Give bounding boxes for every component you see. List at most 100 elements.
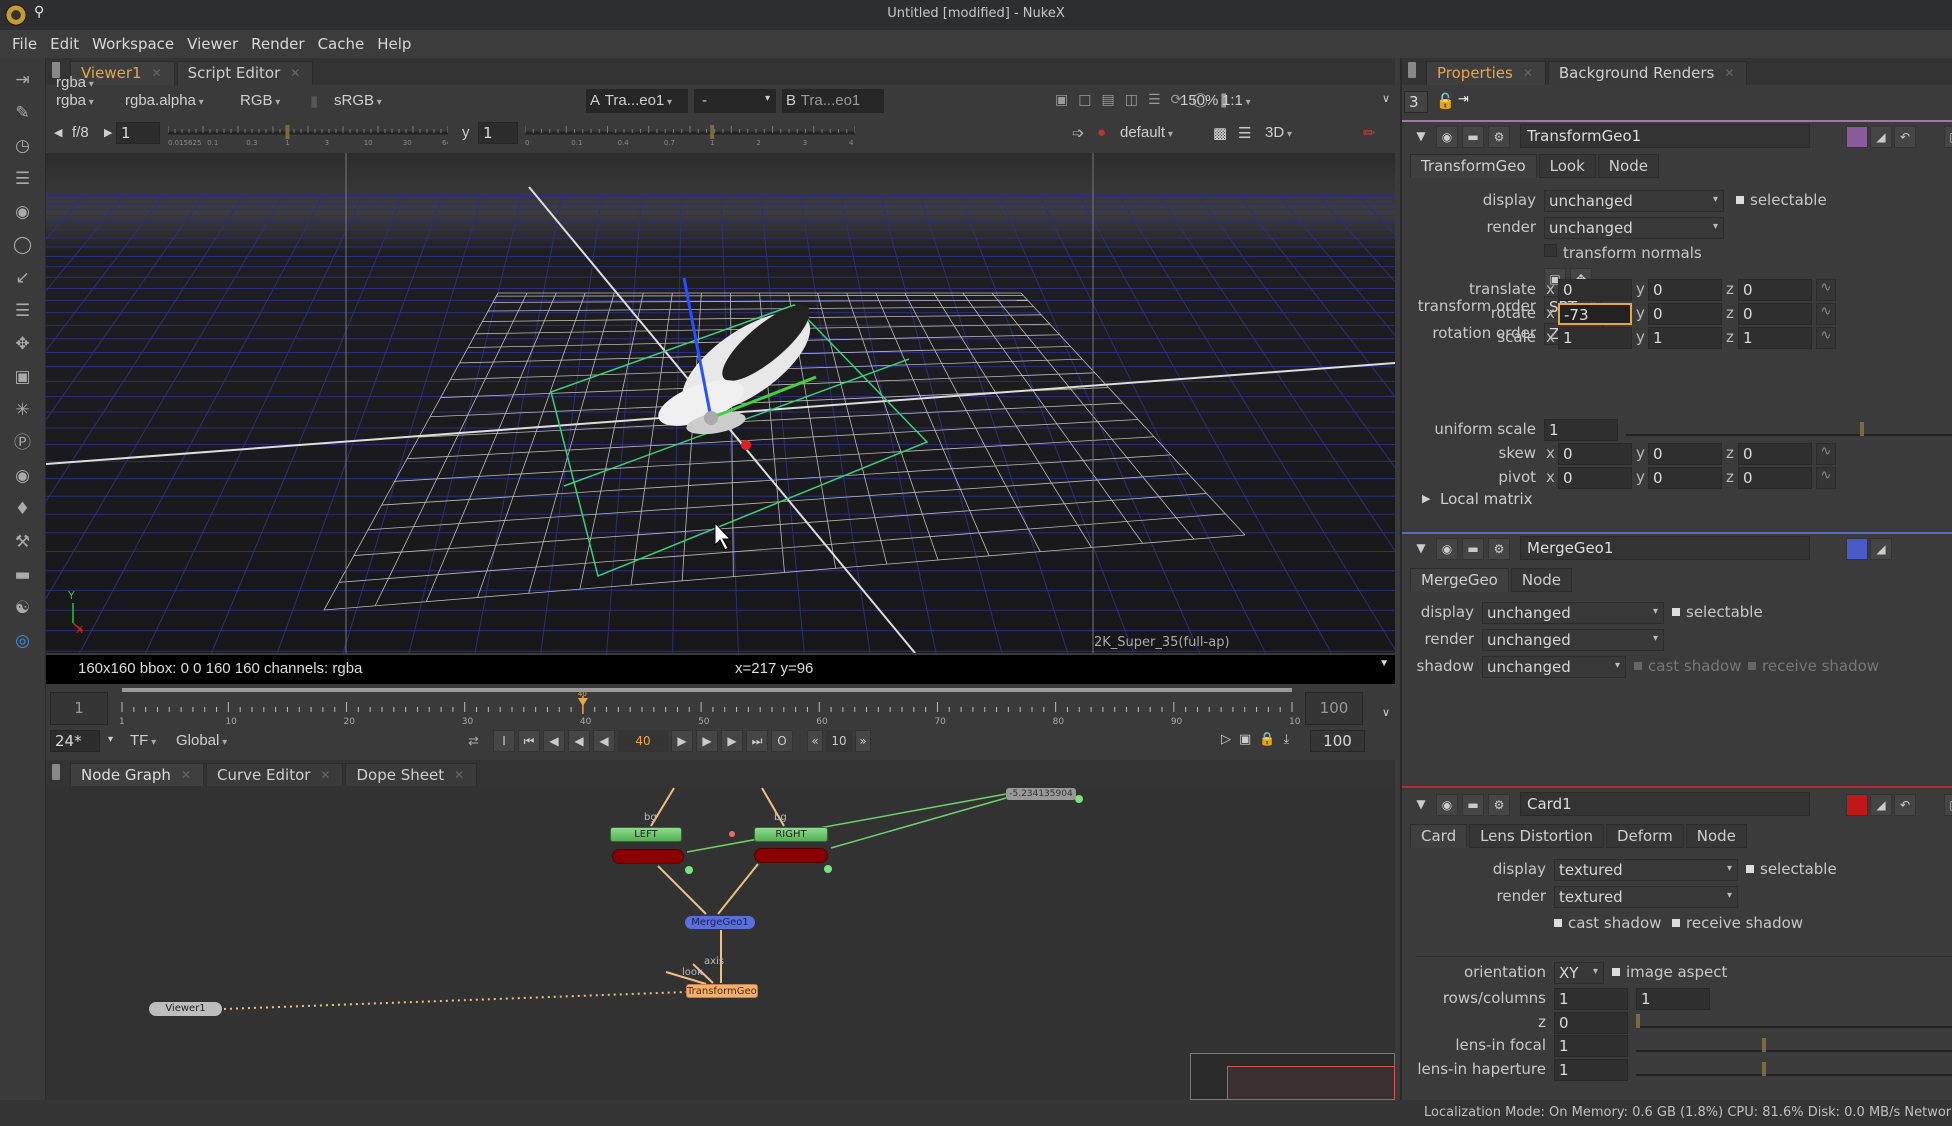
node-color-button[interactable]: [1846, 794, 1868, 816]
wipe-icon[interactable]: ➩: [1072, 124, 1085, 142]
info-menu-icon[interactable]: ▼: [1379, 658, 1389, 669]
tab-mergegeo[interactable]: MergeGeo: [1410, 568, 1509, 592]
animation-curve-icon[interactable]: ∿: [1816, 279, 1836, 301]
lines-icon[interactable]: ☰: [1148, 92, 1161, 108]
tab-node[interactable]: Node: [1510, 568, 1573, 592]
pivot-y-field[interactable]: 0: [1648, 467, 1722, 489]
channels-dropdown[interactable]: rgba: [56, 92, 94, 109]
first-frame-field[interactable]: 1: [50, 692, 108, 725]
viewer-input-icon[interactable]: ▬: [1462, 794, 1484, 816]
viewer-3d-viewport[interactable]: Y X 2K_Super_35(full-ap): [46, 153, 1395, 653]
animation-curve-icon[interactable]: ∿: [1816, 443, 1836, 465]
paint-icon[interactable]: ✏: [1363, 124, 1376, 142]
close-icon[interactable]: ✕: [320, 766, 330, 787]
view-type-dropdown[interactable]: 3D: [1265, 124, 1345, 141]
tab-node[interactable]: Node: [1685, 824, 1747, 848]
collapse-icon[interactable]: ▼: [1410, 538, 1432, 560]
undo-icon[interactable]: ↶: [1894, 794, 1916, 816]
menu-render[interactable]: Render: [247, 30, 313, 58]
render-dropdown[interactable]: unchanged: [1482, 629, 1664, 651]
selectable-checkbox[interactable]: selectable: [1672, 603, 1763, 621]
node-name-field[interactable]: Card1: [1520, 792, 1810, 816]
shadow-dropdown[interactable]: unchanged: [1482, 656, 1626, 678]
lock-view-icon[interactable]: ▩: [1213, 124, 1227, 142]
node-color-button[interactable]: [1846, 126, 1868, 148]
cast-shadow-checkbox[interactable]: cast shadow: [1554, 914, 1661, 932]
rows-field[interactable]: 1: [1554, 988, 1628, 1010]
channels-dropdown[interactable]: rgba: [56, 74, 94, 91]
timeline-ruler[interactable]: 1 10 20 30 40 50 60 70 80 90 100 40: [116, 692, 1301, 730]
node-card-right[interactable]: [754, 848, 828, 863]
export-icon[interactable]: ⤓: [1283, 732, 1289, 747]
other-icon[interactable]: ▬: [12, 564, 34, 586]
translate-z-field[interactable]: 0: [1738, 279, 1812, 301]
viewer-input-icon[interactable]: ▬: [1462, 126, 1484, 148]
scale-y-field[interactable]: 1: [1648, 327, 1722, 349]
node-name-field[interactable]: MergeGeo1: [1520, 536, 1810, 560]
max-panels-field[interactable]: 3: [1404, 91, 1428, 113]
gizmo-center[interactable]: [704, 411, 718, 425]
node-color-button[interactable]: [1846, 538, 1868, 560]
chevron-down-icon[interactable]: ∨: [1382, 92, 1390, 105]
3d-icon[interactable]: ▣: [12, 366, 34, 388]
float-icon[interactable]: □: [1944, 794, 1952, 816]
expand-icon[interactable]: ▶: [1422, 492, 1430, 505]
receive-shadow-checkbox[interactable]: receive shadow: [1672, 914, 1803, 932]
roi-icon[interactable]: ▣: [1055, 92, 1068, 108]
menu-edit[interactable]: Edit: [46, 30, 88, 58]
rotate-y-field[interactable]: 0: [1648, 303, 1722, 325]
uniform-scale-field[interactable]: 1: [1544, 419, 1618, 441]
wrench-icon[interactable]: ⚙: [1488, 126, 1510, 148]
skew-x-field[interactable]: 0: [1558, 443, 1632, 465]
toolsets-icon[interactable]: ⚒: [12, 531, 34, 553]
gain-input[interactable]: 1: [116, 122, 160, 144]
current-frame-field[interactable]: 40: [618, 730, 668, 752]
mask-icon[interactable]: □: [1078, 92, 1091, 108]
image-aspect-checkbox[interactable]: image aspect: [1612, 963, 1727, 981]
close-icon[interactable]: ✕: [152, 64, 162, 85]
rotate-z-field[interactable]: 0: [1738, 303, 1812, 325]
display-channels-dropdown[interactable]: RGB: [240, 92, 280, 109]
menu-cache[interactable]: Cache: [314, 30, 374, 58]
gamma-slider[interactable]: 0 0.1 0.4 0.7 1 2 3 4: [524, 122, 856, 148]
close-icon[interactable]: ✕: [181, 766, 191, 787]
gl-color-button[interactable]: ◢: [1870, 538, 1892, 560]
first-frame-button[interactable]: ⏮: [518, 730, 540, 752]
animation-curve-icon[interactable]: ∿: [1816, 467, 1836, 489]
input-a-dropdown[interactable]: A Tra...eo1: [586, 89, 688, 113]
tab-card[interactable]: Card: [1410, 824, 1468, 848]
input-b-dropdown[interactable]: B Tra...eo1: [782, 89, 884, 113]
alpha-channel-dropdown[interactable]: rgba.alpha: [125, 92, 204, 109]
collapse-icon[interactable]: ▼: [1410, 126, 1432, 148]
node-right-read[interactable]: RIGHT: [754, 827, 828, 842]
animation-curve-icon[interactable]: ∿: [1816, 327, 1836, 349]
scale-z-field[interactable]: 1: [1738, 327, 1812, 349]
lens-in-haperture-slider[interactable]: [1636, 1058, 1952, 1076]
selectable-checkbox[interactable]: selectable: [1746, 860, 1837, 878]
compare-dropdown[interactable]: - ▾: [694, 89, 776, 113]
viewer-input-icon[interactable]: ▬: [1462, 538, 1484, 560]
panel-grip[interactable]: [1408, 62, 1416, 78]
record-icon[interactable]: ●: [1097, 124, 1106, 141]
fps-field[interactable]: 24*: [50, 730, 100, 752]
gl-color-button[interactable]: ◢: [1870, 794, 1892, 816]
overlay-icon[interactable]: ◫: [1125, 92, 1138, 108]
node-graph[interactable]: bg bg axis look LEFT RIGHT MergeGeo1 Tra…: [46, 786, 1395, 1100]
close-icon[interactable]: ✕: [454, 766, 464, 787]
translate-y-field[interactable]: 0: [1648, 279, 1722, 301]
menu-help[interactable]: Help: [373, 30, 420, 58]
node-viewer[interactable]: Viewer1: [149, 1002, 222, 1016]
scope-dropdown[interactable]: Global: [176, 732, 227, 749]
prev-increment-button[interactable]: ◀: [568, 730, 590, 752]
z-slider[interactable]: [1636, 1010, 1952, 1028]
pivot-x-field[interactable]: 0: [1558, 467, 1632, 489]
play-forward-button[interactable]: ▶: [671, 730, 693, 752]
translate-x-field[interactable]: 0: [1558, 279, 1632, 301]
render-dropdown[interactable]: unchanged: [1544, 217, 1724, 239]
scale-x-field[interactable]: 1: [1558, 327, 1632, 349]
skew-y-field[interactable]: 0: [1648, 443, 1722, 465]
merge-icon[interactable]: ☰: [12, 300, 34, 322]
channel-icon[interactable]: ☰: [12, 168, 34, 190]
lens-in-haperture-field[interactable]: 1: [1554, 1059, 1628, 1081]
transform-normals-checkbox[interactable]: transform normals: [1544, 244, 1702, 262]
